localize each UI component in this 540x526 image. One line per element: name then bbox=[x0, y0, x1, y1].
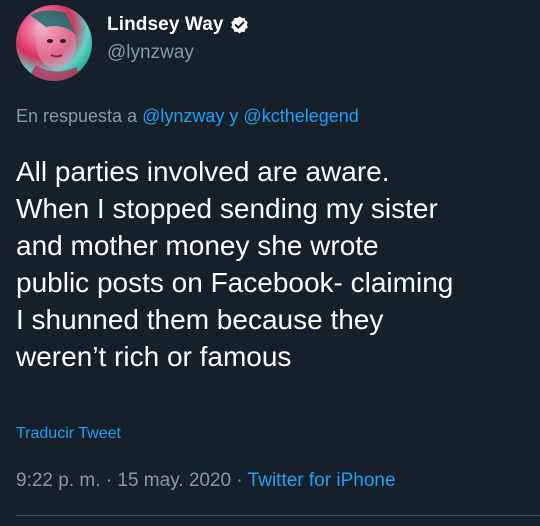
tweet-source-link[interactable]: Twitter for iPhone bbox=[248, 470, 396, 491]
tweet-metadata: 9:22 p. m. · 15 may. 2020 · Twitter for … bbox=[16, 470, 396, 492]
meta-separator: · bbox=[236, 470, 243, 491]
avatar-photo-icon bbox=[26, 10, 82, 81]
author-handle[interactable]: @lynzway bbox=[107, 42, 194, 64]
avatar[interactable] bbox=[16, 5, 92, 81]
translate-tweet-link[interactable]: Traducir Tweet bbox=[16, 425, 121, 443]
tweet-time[interactable]: 9:22 p. m. bbox=[16, 470, 101, 491]
tweet-card: Lindsey Way @lynzway En respuesta a @lyn… bbox=[0, 0, 540, 526]
tweet-date[interactable]: 15 may. 2020 bbox=[117, 470, 231, 491]
tweet-text-line: When I stopped sending my sister bbox=[16, 193, 438, 224]
verified-badge-icon bbox=[229, 15, 250, 36]
divider bbox=[16, 515, 540, 516]
reply-prefix: En respuesta a bbox=[16, 106, 138, 126]
display-name[interactable]: Lindsey Way bbox=[107, 14, 224, 36]
tweet-text-line: and mother money she wrote bbox=[16, 230, 379, 261]
tweet-text-line: weren’t rich or famous bbox=[16, 341, 292, 372]
tweet-text: All parties involved are aware. When I s… bbox=[16, 153, 540, 375]
author-name-row[interactable]: Lindsey Way bbox=[107, 13, 250, 37]
reply-joiner: y bbox=[229, 106, 239, 126]
tweet-text-line: I shunned them because they bbox=[16, 304, 384, 335]
reply-mention-kcthelegend[interactable]: @kcthelegend bbox=[243, 106, 358, 126]
tweet-text-line: All parties involved are aware. bbox=[16, 156, 390, 187]
meta-separator: · bbox=[105, 470, 113, 491]
tweet-text-line: public posts on Facebook- claiming bbox=[16, 267, 454, 298]
reply-mention-lynzway[interactable]: @lynzway bbox=[142, 106, 224, 126]
reply-context: En respuesta a @lynzway y @kcthelegend bbox=[16, 106, 359, 127]
